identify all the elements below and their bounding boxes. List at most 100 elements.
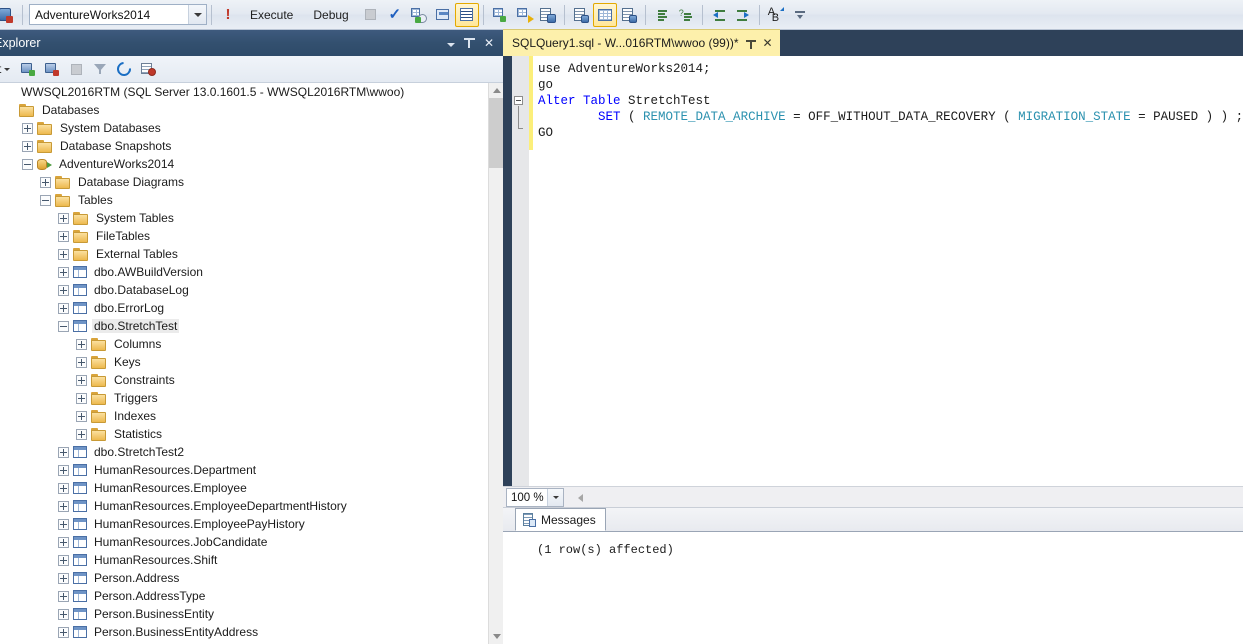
- specify-values-for-template-parameters-button[interactable]: A B: [764, 3, 788, 27]
- tree-node[interactable]: HumanResources.EmployeePayHistory: [0, 515, 488, 533]
- tree-node[interactable]: Person.BusinessEntity: [0, 605, 488, 623]
- pin-icon[interactable]: [463, 36, 475, 50]
- expand-icon[interactable]: [76, 428, 87, 440]
- results-to-file-button[interactable]: [512, 3, 536, 27]
- tree-node[interactable]: HumanResources.JobCandidate: [0, 533, 488, 551]
- scroll-up-icon[interactable]: [489, 83, 504, 98]
- expand-icon[interactable]: [40, 176, 51, 188]
- expand-icon[interactable]: [58, 266, 69, 278]
- tree-node[interactable]: AdventureWorks2014: [0, 155, 488, 173]
- execute-button[interactable]: Execute: [240, 3, 303, 27]
- object-explorer-scrollbar[interactable]: [488, 83, 504, 644]
- scrollbar-thumb[interactable]: [489, 98, 504, 168]
- results-to-text-button[interactable]: [454, 2, 479, 27]
- expand-icon[interactable]: [58, 518, 69, 530]
- chevron-down-icon[interactable]: [188, 5, 206, 24]
- expand-icon[interactable]: [58, 284, 69, 296]
- expand-icon[interactable]: [76, 392, 87, 404]
- tree-node[interactable]: Constraints: [0, 371, 488, 389]
- connect-server-button[interactable]: [16, 57, 40, 81]
- results-to-grid-selected-button[interactable]: [592, 2, 617, 27]
- tree-node[interactable]: Indexes: [0, 407, 488, 425]
- filter-button[interactable]: [88, 57, 112, 81]
- expand-icon[interactable]: [58, 212, 69, 224]
- tree-node[interactable]: HumanResources.Shift: [0, 551, 488, 569]
- tree-node[interactable]: Person.Address: [0, 569, 488, 587]
- expand-icon[interactable]: [58, 572, 69, 584]
- expand-icon[interactable]: [58, 446, 69, 458]
- expand-icon[interactable]: [58, 248, 69, 260]
- tree-node[interactable]: Statistics: [0, 425, 488, 443]
- expand-icon[interactable]: [58, 500, 69, 512]
- close-icon[interactable]: ✕: [763, 37, 773, 49]
- expand-icon[interactable]: [58, 626, 69, 638]
- tree-node[interactable]: dbo.DatabaseLog: [0, 281, 488, 299]
- tree-node[interactable]: dbo.ErrorLog: [0, 299, 488, 317]
- stop-button[interactable]: [64, 57, 88, 81]
- tree-node[interactable]: HumanResources.Employee: [0, 479, 488, 497]
- panel-menu-icon[interactable]: [446, 37, 455, 49]
- close-icon[interactable]: ✕: [484, 37, 494, 49]
- object-explorer-tree[interactable]: WWSQL2016RTM (SQL Server 13.0.1601.5 - W…: [0, 83, 488, 644]
- expand-icon[interactable]: [22, 140, 33, 152]
- query-options-button[interactable]: [569, 3, 593, 27]
- tree-node[interactable]: Person.AddressType: [0, 587, 488, 605]
- tree-node[interactable]: Columns: [0, 335, 488, 353]
- toolbar-overflow-button[interactable]: [788, 3, 812, 27]
- results-to-file-alt-button[interactable]: [617, 3, 641, 27]
- display-estimated-execution-plan-button[interactable]: [407, 3, 431, 27]
- tree-node[interactable]: Database Diagrams: [0, 173, 488, 191]
- messages-output[interactable]: (1 row(s) affected): [503, 532, 1243, 644]
- execute-icon[interactable]: !: [216, 3, 240, 27]
- expand-icon[interactable]: [22, 122, 33, 134]
- tree-node[interactable]: Person.BusinessEntityAddress: [0, 623, 488, 641]
- tab-messages[interactable]: Messages: [515, 508, 606, 531]
- expand-icon[interactable]: [58, 536, 69, 548]
- tree-node[interactable]: System Tables: [0, 209, 488, 227]
- increase-indent-button[interactable]: [731, 3, 755, 27]
- expand-icon[interactable]: [58, 590, 69, 602]
- debug-button[interactable]: Debug: [303, 3, 358, 27]
- collapse-outline-icon[interactable]: [514, 96, 523, 105]
- tree-node[interactable]: System Databases: [0, 119, 488, 137]
- tree-node[interactable]: WWSQL2016RTM (SQL Server 13.0.1601.5 - W…: [0, 83, 488, 101]
- expand-icon[interactable]: [76, 356, 87, 368]
- expand-icon[interactable]: [58, 464, 69, 476]
- database-filter-icon[interactable]: [0, 3, 18, 27]
- stop-refresh-button[interactable]: [136, 57, 160, 81]
- expand-icon[interactable]: [58, 302, 69, 314]
- tree-node[interactable]: dbo.StretchTest: [0, 317, 488, 335]
- sql-editor[interactable]: use AdventureWorks2014; go Alter Table Str…: [503, 56, 1243, 486]
- uncomment-lines-button[interactable]: ?: [674, 3, 698, 27]
- tree-node[interactable]: FileTables: [0, 227, 488, 245]
- database-combo[interactable]: AdventureWorks2014: [29, 4, 207, 25]
- zoom-select[interactable]: 100 %: [506, 488, 564, 507]
- connect-button[interactable]: ct: [0, 62, 11, 76]
- comment-lines-button[interactable]: [650, 3, 674, 27]
- expand-icon[interactable]: [58, 554, 69, 566]
- expand-icon[interactable]: [58, 482, 69, 494]
- expand-icon[interactable]: [76, 374, 87, 386]
- tree-node[interactable]: dbo.StretchTest2: [0, 443, 488, 461]
- disconnect-server-button[interactable]: [40, 57, 64, 81]
- scroll-left-icon[interactable]: [572, 490, 588, 506]
- scroll-down-icon[interactable]: [489, 629, 504, 644]
- collapse-icon[interactable]: [40, 194, 51, 206]
- include-client-statistics-button[interactable]: [431, 3, 455, 27]
- tree-node[interactable]: External Tables: [0, 245, 488, 263]
- tree-node[interactable]: HumanResources.EmployeeDepartmentHistory: [0, 497, 488, 515]
- tree-node[interactable]: Keys: [0, 353, 488, 371]
- chevron-down-icon[interactable]: [4, 67, 11, 71]
- tree-node[interactable]: Database Snapshots: [0, 137, 488, 155]
- tree-node[interactable]: Tables: [0, 191, 488, 209]
- expand-icon[interactable]: [76, 410, 87, 422]
- collapse-icon[interactable]: [58, 320, 69, 332]
- collapse-icon[interactable]: [22, 158, 33, 170]
- parse-button[interactable]: ✓: [383, 3, 407, 27]
- results-to-grid-button[interactable]: [488, 3, 512, 27]
- expand-icon[interactable]: [58, 230, 69, 242]
- stop-button[interactable]: [359, 3, 383, 27]
- pin-icon[interactable]: [745, 38, 756, 49]
- tree-node[interactable]: Triggers: [0, 389, 488, 407]
- include-actual-execution-plan-button[interactable]: [536, 3, 560, 27]
